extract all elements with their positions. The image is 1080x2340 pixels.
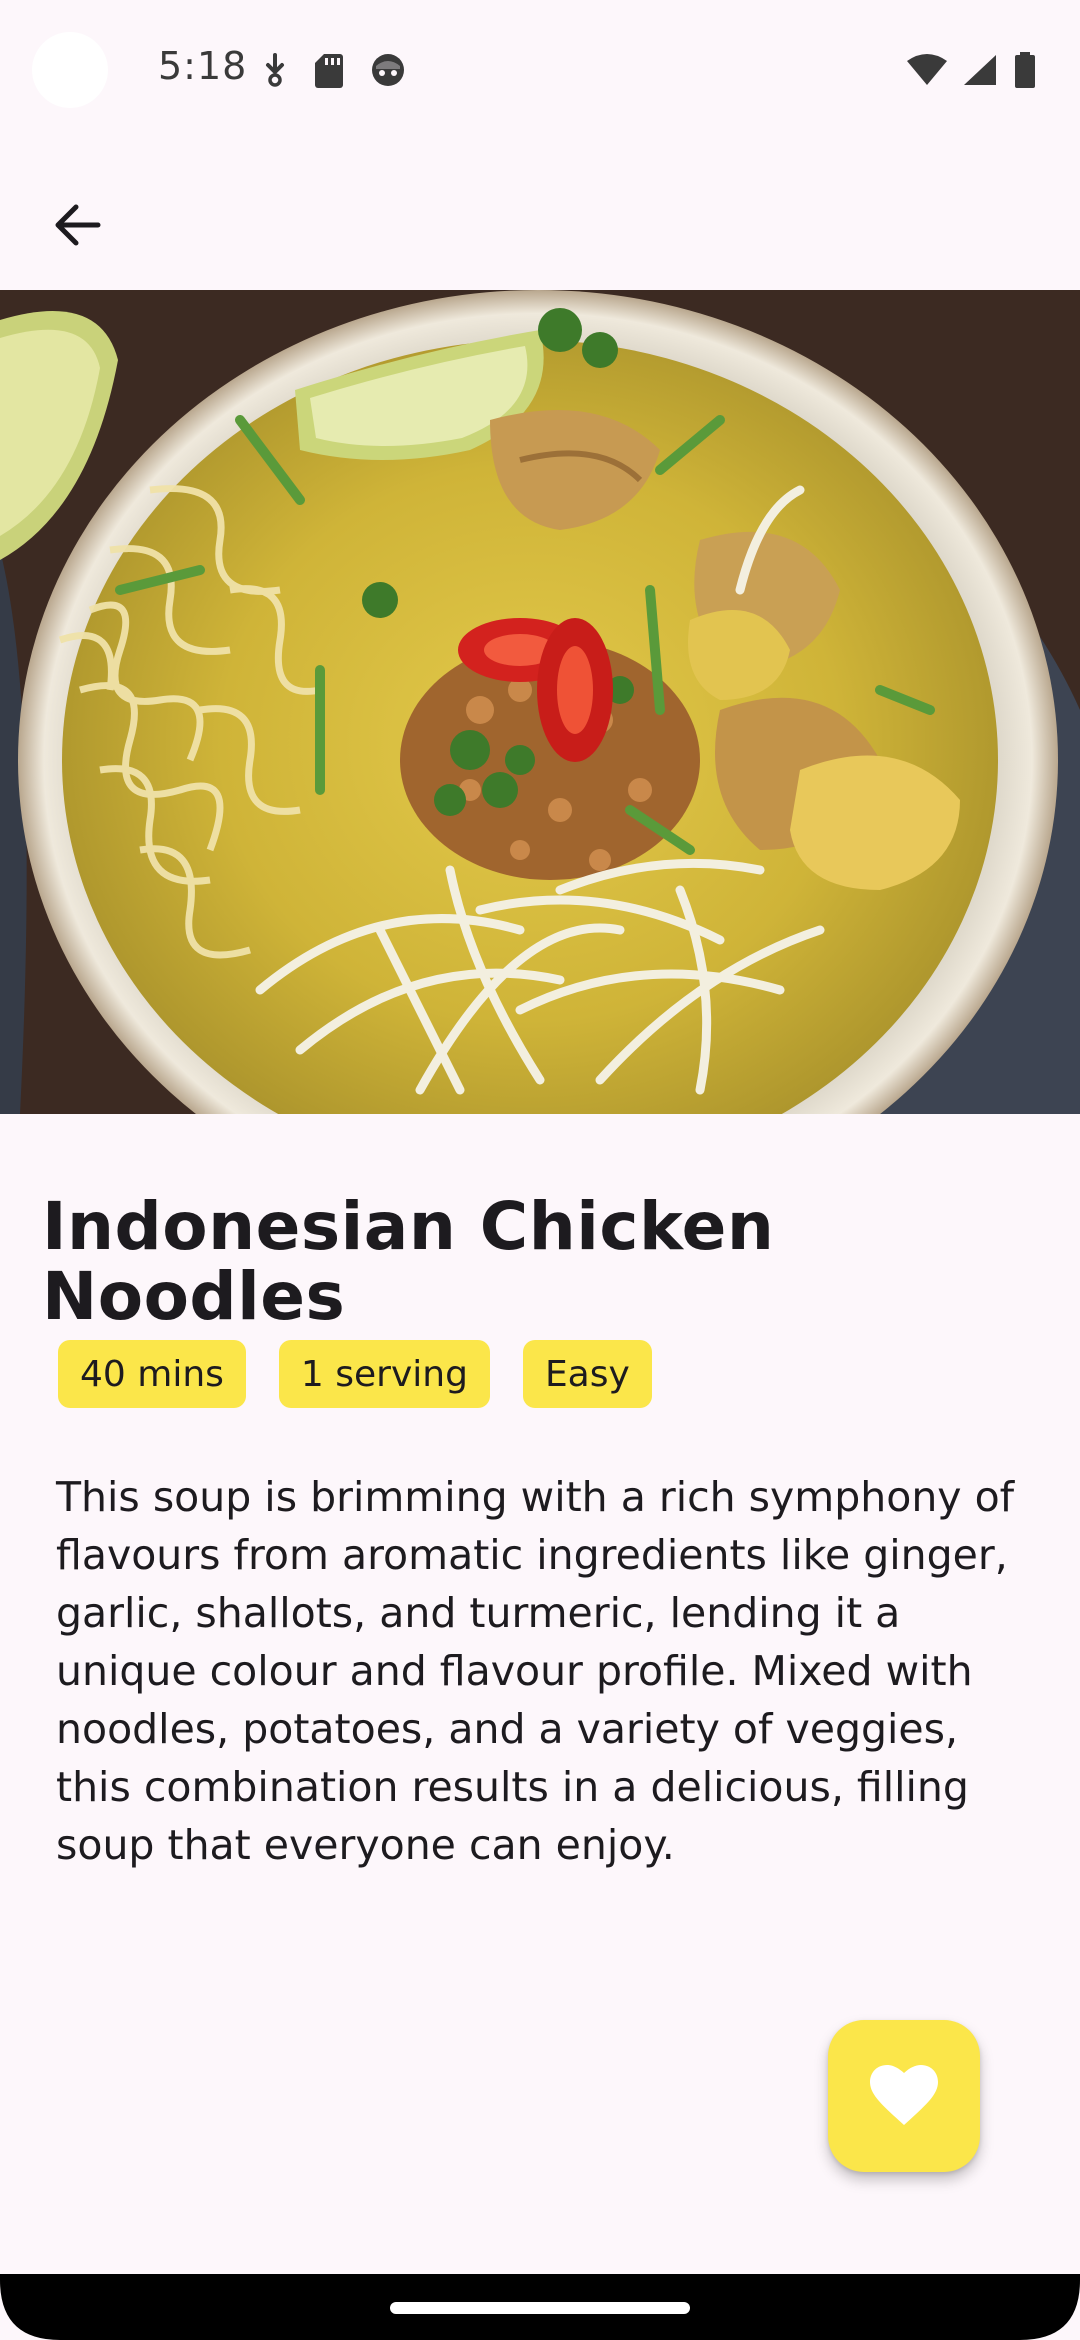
soup-bowl-illustration (0, 290, 1080, 1114)
home-indicator[interactable] (390, 2302, 690, 2314)
favorite-button[interactable] (828, 2020, 980, 2172)
recipe-description: This soup is brimming with a rich sympho… (56, 1473, 1015, 1869)
system-navigation-bar (0, 2274, 1080, 2340)
screen-corner-right (1020, 2280, 1080, 2340)
recipe-detail-screen: 5:18 Indonesian Chicken Noodles 40 mins … (0, 0, 1080, 2340)
top-app-bar (0, 140, 1080, 290)
status-system-icons (906, 52, 1038, 88)
camera-cutout (32, 32, 108, 108)
recipe-image (0, 290, 1080, 1114)
download-icon (266, 53, 284, 87)
face-icon (372, 54, 404, 86)
cell-signal-icon (964, 55, 996, 85)
screen-corner-left (0, 2280, 60, 2340)
wifi-icon (907, 54, 947, 85)
status-notification-icons (262, 52, 406, 88)
chip-difficulty: Easy (522, 1340, 652, 1408)
status-time: 5:18 (158, 44, 248, 88)
status-bar: 5:18 (0, 0, 1080, 140)
arrow-back-icon (55, 204, 101, 246)
sd-card-icon (315, 54, 343, 88)
back-button[interactable] (26, 174, 128, 276)
recipe-title: Indonesian Chicken Noodles (42, 1188, 775, 1336)
recipe-info-chips: 40 mins 1 serving Easy (58, 1340, 652, 1408)
chip-servings: 1 serving (278, 1340, 490, 1408)
heart-icon (870, 2065, 938, 2125)
battery-icon (1015, 52, 1035, 88)
chip-cook-time: 40 mins (58, 1340, 246, 1408)
